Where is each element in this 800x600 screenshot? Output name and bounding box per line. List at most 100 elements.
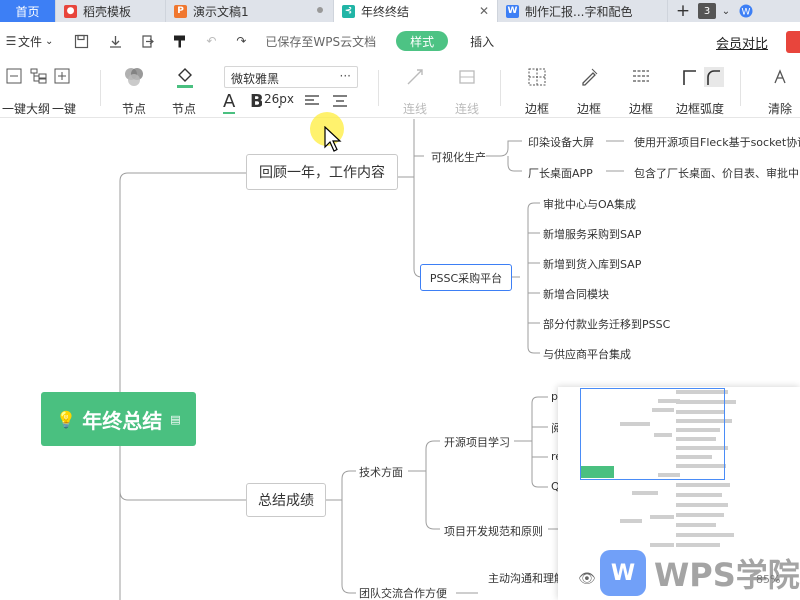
root-node[interactable]: 💡 年终总结 ▤ [41, 392, 196, 446]
redo-icon[interactable]: ↷ [229, 29, 253, 53]
minimap-bar [676, 503, 728, 507]
wps-account-icon[interactable]: W [736, 0, 756, 22]
insert-tab[interactable]: 插入 [470, 33, 494, 50]
minimap-bar [650, 515, 674, 519]
border-button[interactable]: 边框 [522, 66, 552, 116]
note-icon[interactable]: ▤ [170, 413, 180, 426]
branch-label: 回顾一年，工作内容 [259, 165, 385, 181]
font-size-value[interactable]: 26px [262, 92, 296, 106]
root-label: 年终总结 [82, 408, 163, 433]
border-style-button[interactable]: 边框 [626, 66, 656, 116]
node-pssc-item[interactable]: 与供应商平台集成 [543, 346, 631, 362]
ribbon-divider [500, 70, 501, 106]
clear-label: 清除 [768, 102, 793, 116]
node-opensource-learning[interactable]: 开源项目学习 [444, 434, 510, 450]
upgrade-button[interactable] [786, 31, 800, 53]
branch-work-review[interactable]: 回顾一年，工作内容 [246, 154, 398, 190]
branch-achievements[interactable]: 总结成绩 [246, 483, 326, 517]
one-key-label: 一键 [2, 102, 27, 116]
minimap-bar [676, 533, 734, 537]
export-icon[interactable] [135, 29, 159, 53]
node-active-communication[interactable]: 主动沟通和理解 [488, 570, 565, 586]
line-style-icon [459, 70, 475, 84]
node-visual-production[interactable]: 可视化生产 [431, 149, 486, 165]
tab-bar: 首页 ● 稻壳模板 P 演示文稿1 ⊰ 年终终结 ✕ W 制作汇报...字和配色… [0, 0, 800, 22]
corner-radius-icon [683, 67, 724, 87]
one-key-expand-button[interactable]: 一键 [52, 66, 76, 116]
node-pssc-item[interactable]: 部分付款业务迁移到PSSC [543, 316, 670, 332]
font-family-value: 微软雅黑 [231, 72, 280, 86]
clear-format-button[interactable]: 清除 [764, 66, 798, 116]
chevron-down-icon: ⌄ [45, 35, 54, 47]
tab-label: 演示文稿1 [193, 4, 249, 19]
ribbon-divider [100, 70, 101, 106]
node-dyeing-screen[interactable]: 印染设备大屏 [528, 134, 594, 150]
node-opensource-item[interactable]: p [551, 390, 558, 403]
border-pen-icon [582, 68, 598, 86]
tab-presentation1[interactable]: P 演示文稿1 [166, 0, 334, 22]
format-painter-icon[interactable] [167, 29, 191, 53]
expand-box-icon [54, 68, 70, 84]
border-label: 边框 [629, 102, 654, 116]
node-pssc-item[interactable]: 审批中心与OA集成 [543, 196, 636, 212]
node-dev-norms[interactable]: 项目开发规范和原则 [444, 523, 543, 539]
connect-style-button[interactable]: 连线 [452, 66, 482, 116]
font-color-icon[interactable]: A [223, 92, 236, 114]
branch-label: PSSC采购平台 [429, 271, 503, 285]
node-team-collaboration[interactable]: 团队交流合作方便 [359, 585, 447, 600]
mouse-cursor-icon [324, 125, 342, 155]
window-count-badge[interactable]: 3 [698, 3, 716, 19]
menu-bar: ☰ 文件 ⌄ ↶ ↷ 已保存至WPS云文档 样式 插入 会员对比 [0, 22, 800, 60]
paint-bucket-icon [177, 68, 193, 88]
node-pssc-item[interactable]: 新增合同模块 [543, 286, 609, 302]
daoke-icon: ● [64, 4, 77, 18]
font-family-select[interactable]: 微软雅黑 ··· [224, 66, 358, 88]
one-key-label: 一键 [52, 102, 77, 116]
node-pssc-item[interactable]: 新增服务采购到SAP [543, 226, 641, 242]
outline-label: 大纲 [26, 102, 51, 116]
border-lines-icon [633, 70, 649, 82]
tab-home[interactable]: 首页 [0, 0, 56, 22]
outline-button[interactable]: 大纲 [26, 66, 50, 116]
watermark-text: WPS学院 [654, 556, 800, 594]
one-key-collapse-button[interactable]: 一键 [2, 66, 27, 116]
connect-label: 连线 [455, 102, 480, 116]
tab-daoke-templates[interactable]: ● 稻壳模板 [56, 0, 166, 22]
tab-label: 首页 [15, 4, 40, 19]
mindmap-icon: ⊰ [342, 4, 355, 18]
minimap-bar [676, 523, 716, 527]
node-pssc-platform[interactable]: PSSC采购平台 [420, 264, 512, 291]
eye-icon[interactable]: 👁 [578, 571, 596, 587]
minimap-viewport[interactable] [580, 388, 725, 480]
line-tool-icon [407, 69, 423, 85]
new-tab-plus-icon[interactable]: + [668, 0, 698, 22]
connect-line-button[interactable]: 连线 [400, 66, 430, 116]
tab-label: 年终终结 [361, 4, 410, 19]
wps-logo-icon: W [600, 550, 646, 596]
close-tab-icon[interactable]: ✕ [479, 4, 489, 18]
outline-icon [30, 68, 47, 84]
node-pssc-item[interactable]: 新增到货入库到SAP [543, 256, 641, 272]
node-style-button[interactable]: 节点 [118, 66, 150, 116]
node-fill-button[interactable]: 节点 [170, 66, 202, 116]
chevron-down-icon[interactable]: ⌄ [716, 0, 736, 22]
member-compare-link[interactable]: 会员对比 [716, 33, 768, 52]
align-left-icon[interactable] [304, 94, 320, 108]
border-color-button[interactable]: 边框 [574, 66, 604, 116]
minimap-bar [676, 483, 730, 487]
node-director-app[interactable]: 厂长桌面APP [528, 165, 593, 181]
word-doc-icon: W [506, 4, 519, 18]
wps-academy-watermark: W WPS学院 [600, 546, 800, 600]
save-icon[interactable] [69, 29, 93, 53]
download-icon[interactable] [103, 29, 127, 53]
undo-icon[interactable]: ↶ [199, 29, 223, 53]
branch-label: 总结成绩 [258, 493, 314, 509]
tab-year-end-summary[interactable]: ⊰ 年终终结 ✕ [334, 0, 498, 22]
file-menu[interactable]: ☰ 文件 ⌄ [4, 29, 54, 53]
node-technical[interactable]: 技术方面 [359, 464, 403, 480]
tab-report-document[interactable]: W 制作汇报...字和配色 [498, 0, 668, 22]
lightbulb-icon: 💡 [56, 409, 77, 429]
style-tab[interactable]: 样式 [396, 31, 449, 51]
border-radius-button[interactable]: 边框弧度 [676, 66, 728, 116]
align-center-icon[interactable] [332, 94, 348, 108]
